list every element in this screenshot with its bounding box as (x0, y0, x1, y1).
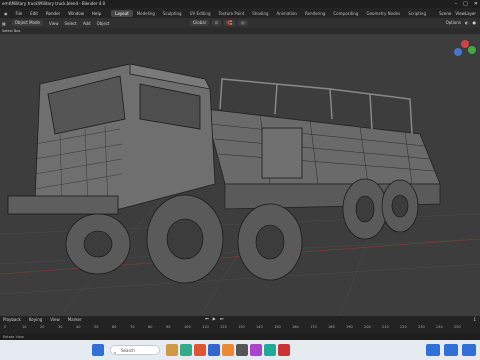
tick-250: 250 (454, 325, 461, 329)
shading-solid-icon[interactable]: ● (473, 20, 477, 25)
tray-app-icon[interactable] (426, 344, 440, 356)
menu-file[interactable]: File (12, 11, 27, 16)
taskbar-app-icon[interactable] (250, 344, 262, 356)
tick-170: 170 (310, 325, 317, 329)
windows-start-icon[interactable] (92, 344, 104, 356)
tick-10: 10 (22, 325, 27, 329)
tab-animation[interactable]: Animation (273, 10, 301, 17)
tick-240: 240 (436, 325, 443, 329)
proportional-edit-icon[interactable]: ◎ (238, 20, 248, 26)
taskbar-app-icon[interactable] (278, 344, 290, 356)
timeline-ruler[interactable]: 0 10 20 30 40 50 60 70 80 90 100 110 120… (0, 324, 480, 334)
tick-90: 90 (166, 325, 171, 329)
3d-viewport[interactable] (0, 34, 480, 317)
tab-sculpting[interactable]: Sculpting (159, 10, 186, 17)
menu-view[interactable]: View (49, 21, 59, 26)
playback-menu[interactable]: Playback (3, 317, 21, 322)
tab-uv-editing[interactable]: UV Editing (186, 10, 215, 17)
blender-taskbar-icon[interactable] (222, 344, 234, 356)
tab-scripting[interactable]: Scripting (404, 10, 430, 17)
taskbar-app-icon[interactable] (194, 344, 206, 356)
tick-130: 130 (238, 325, 245, 329)
taskbar-app-icon[interactable] (236, 344, 248, 356)
tick-60: 60 (112, 325, 117, 329)
tick-100: 100 (184, 325, 191, 329)
current-frame-field[interactable]: 1 (473, 317, 480, 322)
tray-app-icon[interactable] (462, 344, 476, 356)
tick-120: 120 (220, 325, 227, 329)
tab-rendering[interactable]: Rendering (301, 10, 329, 17)
menu-help[interactable]: Help (88, 11, 105, 16)
taskbar-app-icon[interactable] (166, 344, 178, 356)
menu-render[interactable]: Render (42, 11, 64, 16)
tray-app-icon[interactable] (444, 344, 458, 356)
menu-window[interactable]: Window (64, 11, 88, 16)
status-text: Rotate View (3, 335, 24, 339)
tick-180: 180 (328, 325, 335, 329)
tab-texture-paint[interactable]: Texture Paint (214, 10, 248, 17)
tick-220: 220 (400, 325, 407, 329)
jump-end-icon[interactable]: ⏭ (220, 316, 224, 321)
tab-geometry-nodes[interactable]: Geometry Nodes (362, 10, 404, 17)
jump-start-icon[interactable]: ⏮ (205, 316, 209, 321)
workspace-tabs: Layout Modeling Sculpting UV Editing Tex… (111, 9, 430, 17)
tick-20: 20 (40, 325, 45, 329)
maximize-icon[interactable]: □ (463, 0, 468, 8)
timeline-editor: Playback Keying View Marker ⏮ ▶ ⏭ 1 0 10… (0, 316, 480, 334)
search-placeholder: Search (121, 348, 135, 353)
tick-70: 70 (130, 325, 135, 329)
menu-edit[interactable]: Edit (26, 11, 42, 16)
tick-190: 190 (346, 325, 353, 329)
orientation-selector[interactable]: Global (190, 20, 209, 26)
top-menu-bar: ◉ File Edit Render Window Help Layout Mo… (0, 8, 480, 18)
tick-210: 210 (382, 325, 389, 329)
search-icon: ⌕ (114, 350, 117, 355)
tick-150: 150 (274, 325, 281, 329)
navigation-gizmo[interactable] (454, 40, 476, 56)
scene-selector[interactable]: Scene (439, 11, 451, 16)
tick-30: 30 (58, 325, 63, 329)
tab-layout[interactable]: Layout (111, 9, 133, 17)
tick-160: 160 (292, 325, 299, 329)
title-bar: ernt\Military truck\Military truck.blend… (0, 0, 480, 8)
tick-110: 110 (202, 325, 209, 329)
timeline-view-menu[interactable]: View (50, 317, 60, 322)
blender-logo-icon[interactable]: ◉ (0, 11, 12, 16)
tab-compositing[interactable]: Compositing (329, 10, 362, 17)
overlay-icon[interactable]: ◐ (465, 20, 469, 25)
close-icon[interactable]: ✕ (474, 0, 478, 8)
keying-menu[interactable]: Keying (29, 317, 42, 322)
pivot-icon[interactable]: ⊙ (211, 20, 222, 26)
marker-menu[interactable]: Marker (68, 317, 82, 322)
tick-0: 0 (4, 325, 7, 329)
truck-wireframe-render (0, 40, 480, 317)
minimize-icon[interactable]: – (455, 0, 458, 8)
options-menu[interactable]: Options (446, 20, 461, 25)
menu-add[interactable]: Add (83, 21, 91, 26)
snap-icon[interactable]: 🧲 (224, 20, 236, 26)
tick-80: 80 (148, 325, 153, 329)
menu-select[interactable]: Select (64, 21, 76, 26)
taskbar-app-icon[interactable] (264, 344, 276, 356)
window-title: ernt\Military truck\Military truck.blend… (2, 1, 106, 6)
taskbar-app-icon[interactable] (208, 344, 220, 356)
menu-object[interactable]: Object (97, 21, 110, 26)
view-layer-selector[interactable]: ViewLayer (455, 11, 476, 16)
taskbar-app-icon[interactable] (180, 344, 192, 356)
tick-230: 230 (418, 325, 425, 329)
tick-40: 40 (76, 325, 81, 329)
windows-taskbar: ⌕ Search (0, 340, 480, 360)
editor-type-icon[interactable]: ▦ (2, 21, 6, 26)
viewport-header: ▦ Object Mode View Select Add Object Glo… (0, 18, 480, 28)
tick-200: 200 (364, 325, 371, 329)
mode-selector[interactable]: Object Mode (11, 20, 43, 26)
tick-140: 140 (256, 325, 263, 329)
play-icon[interactable]: ▶ (213, 316, 216, 321)
taskbar-search[interactable]: ⌕ Search (110, 345, 160, 355)
active-tool-label: Select Box (2, 29, 21, 33)
tab-shading[interactable]: Shading (248, 10, 272, 17)
tab-modeling[interactable]: Modeling (133, 10, 159, 17)
tick-50: 50 (94, 325, 99, 329)
